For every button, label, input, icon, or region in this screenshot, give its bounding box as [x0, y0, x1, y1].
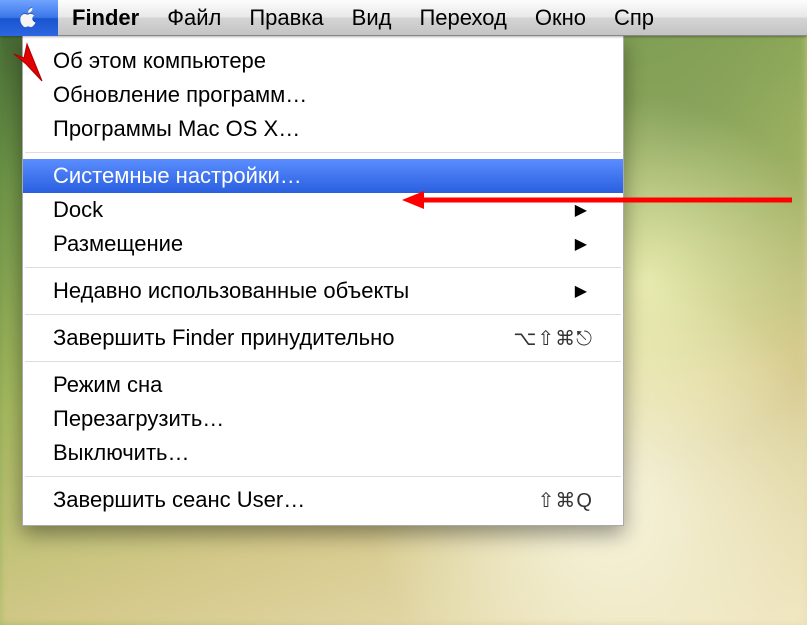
- menu-edit[interactable]: Правка: [235, 0, 337, 36]
- menu-item-system-preferences[interactable]: Системные настройки…: [23, 159, 623, 193]
- menu-item-label: Dock: [53, 197, 575, 223]
- apple-menu-button[interactable]: [0, 0, 58, 36]
- menu-separator: [25, 152, 621, 153]
- submenu-arrow-icon: ▶: [575, 234, 593, 254]
- menubar: Finder Файл Правка Вид Переход Окно Спр: [0, 0, 807, 36]
- menu-help[interactable]: Спр: [600, 0, 668, 36]
- menu-item-logout[interactable]: Завершить сеанс User… ⇧⌘Q: [23, 483, 623, 517]
- menu-item-recent-items[interactable]: Недавно использованные объекты ▶: [23, 274, 623, 308]
- menu-go[interactable]: Переход: [405, 0, 520, 36]
- apple-menu-dropdown: Об этом компьютере Обновление программ… …: [22, 36, 624, 526]
- menu-item-software-update[interactable]: Обновление программ…: [23, 78, 623, 112]
- menu-item-shutdown[interactable]: Выключить…: [23, 436, 623, 470]
- menu-view[interactable]: Вид: [338, 0, 406, 36]
- menu-separator: [25, 361, 621, 362]
- menu-item-dock[interactable]: Dock ▶: [23, 193, 623, 227]
- menu-item-location[interactable]: Размещение ▶: [23, 227, 623, 261]
- menu-file[interactable]: Файл: [153, 0, 235, 36]
- menu-item-about-this-mac[interactable]: Об этом компьютере: [23, 44, 623, 78]
- menu-item-shortcut: ⌥⇧⌘⎋: [513, 326, 593, 351]
- menu-item-label: Завершить сеанс User…: [53, 487, 538, 513]
- menu-separator: [25, 267, 621, 268]
- menu-item-force-quit[interactable]: Завершить Finder принудительно ⌥⇧⌘⎋: [23, 321, 623, 355]
- submenu-arrow-icon: ▶: [575, 281, 593, 301]
- menu-item-mac-osx-software[interactable]: Программы Mac OS X…: [23, 112, 623, 146]
- menu-item-label: Размещение: [53, 231, 575, 257]
- menu-item-label: Об этом компьютере: [53, 48, 593, 74]
- submenu-arrow-icon: ▶: [575, 200, 593, 220]
- menu-item-label: Режим сна: [53, 372, 593, 398]
- menu-separator: [25, 476, 621, 477]
- menu-item-label: Программы Mac OS X…: [53, 116, 593, 142]
- menu-separator: [25, 314, 621, 315]
- menu-item-label: Системные настройки…: [53, 163, 593, 189]
- menu-item-label: Выключить…: [53, 440, 593, 466]
- menu-item-shortcut: ⇧⌘Q: [538, 488, 593, 513]
- menu-item-sleep[interactable]: Режим сна: [23, 368, 623, 402]
- menu-item-label: Обновление программ…: [53, 82, 593, 108]
- menu-item-label: Недавно использованные объекты: [53, 278, 575, 304]
- menu-item-label: Завершить Finder принудительно: [53, 325, 513, 351]
- menu-window[interactable]: Окно: [521, 0, 600, 36]
- menu-item-label: Перезагрузить…: [53, 406, 593, 432]
- menu-item-restart[interactable]: Перезагрузить…: [23, 402, 623, 436]
- menu-app-name[interactable]: Finder: [58, 0, 153, 36]
- apple-logo-icon: [18, 6, 40, 30]
